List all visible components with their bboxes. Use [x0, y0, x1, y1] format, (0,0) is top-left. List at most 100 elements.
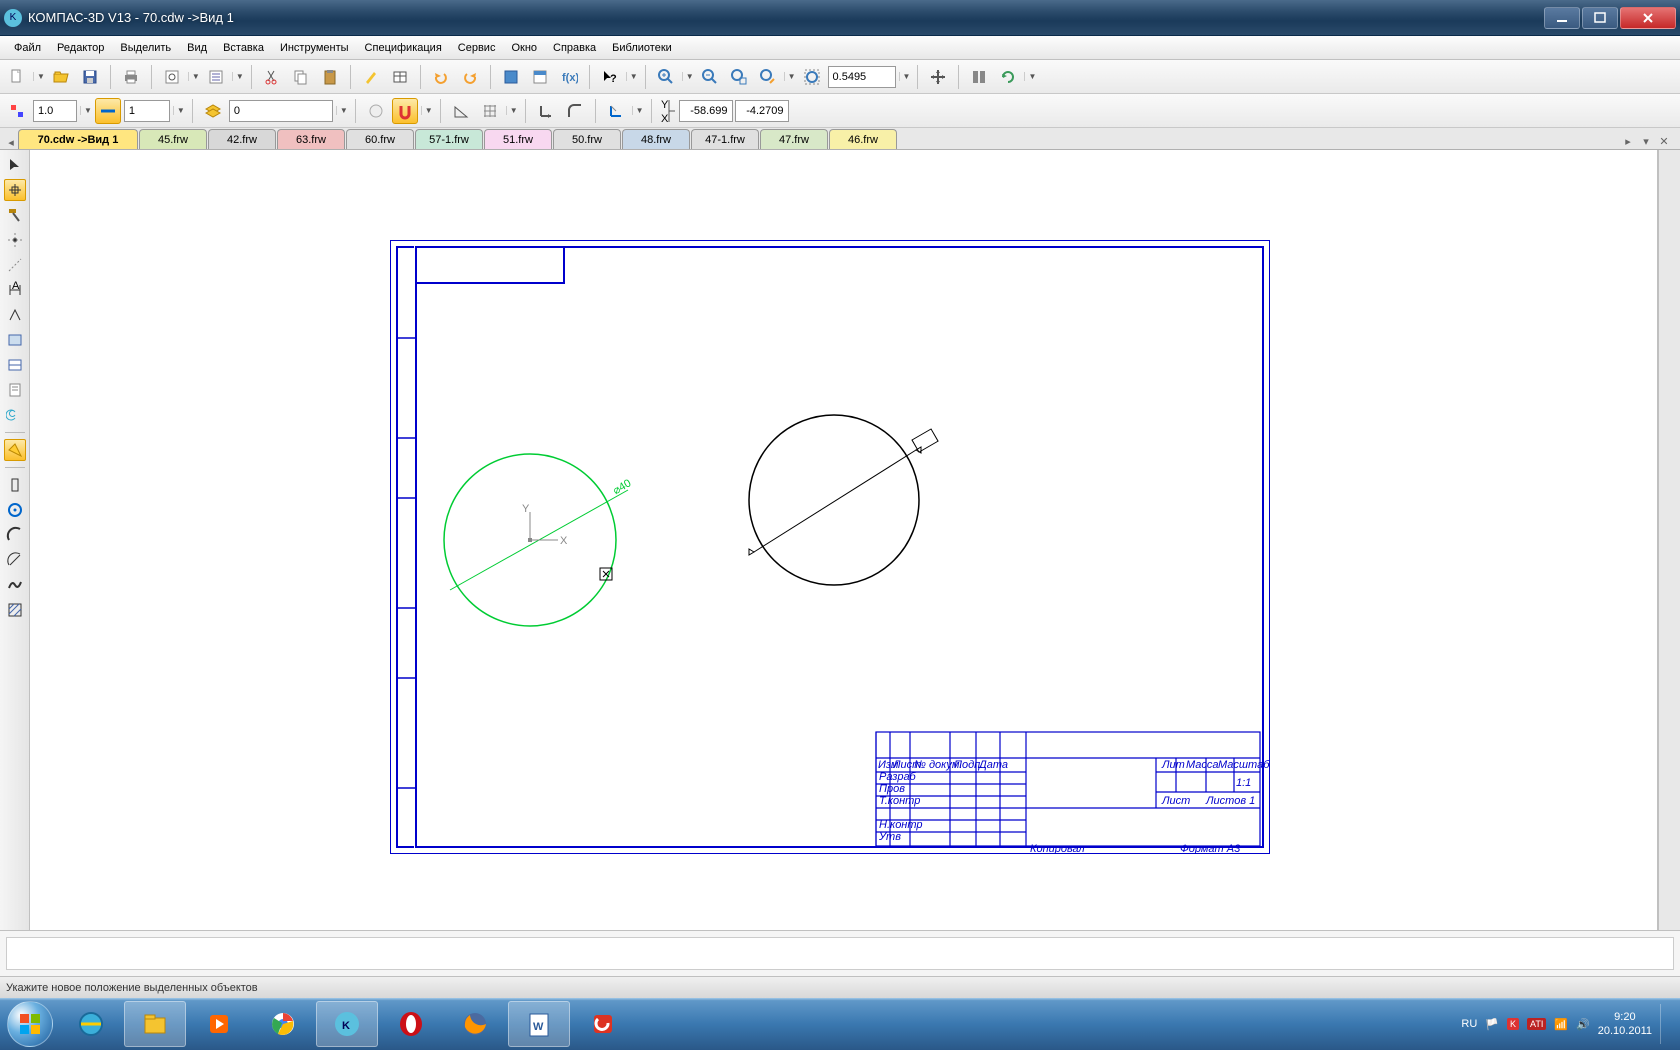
- preview-dropdown-icon[interactable]: ▼: [188, 72, 200, 81]
- grid-dropdown-icon[interactable]: ▼: [506, 106, 518, 115]
- taskbar-explorer-icon[interactable]: [124, 1001, 186, 1047]
- tab-close-button[interactable]: ✕: [1656, 133, 1672, 149]
- lt-spiral-icon[interactable]: [4, 404, 26, 426]
- style-input[interactable]: [124, 100, 170, 122]
- ortho-button[interactable]: [533, 98, 559, 124]
- menu-select[interactable]: Выделить: [112, 40, 179, 56]
- rebuild-button[interactable]: [966, 64, 992, 90]
- brush-button[interactable]: [358, 64, 384, 90]
- doc-tab-3[interactable]: 63.frw: [277, 129, 345, 149]
- taskbar-opera-icon[interactable]: [380, 1001, 442, 1047]
- taskbar-media-icon[interactable]: [188, 1001, 250, 1047]
- maximize-button[interactable]: [1582, 7, 1618, 29]
- menu-spec[interactable]: Спецификация: [357, 40, 450, 56]
- refresh-button[interactable]: [995, 64, 1021, 90]
- lt-arc-icon[interactable]: [4, 524, 26, 546]
- tray-network-icon[interactable]: 📶: [1554, 1018, 1568, 1031]
- help-cursor-button[interactable]: ?: [597, 64, 623, 90]
- refresh-dropdown-icon[interactable]: ▼: [1024, 72, 1036, 81]
- menu-window[interactable]: Окно: [503, 40, 545, 56]
- doc-tab-1[interactable]: 45.frw: [139, 129, 207, 149]
- lt-move-icon[interactable]: [4, 179, 26, 201]
- show-desktop-button[interactable]: [1660, 1004, 1670, 1044]
- doc-tab-10[interactable]: 47.frw: [760, 129, 828, 149]
- tray-shield-icon[interactable]: K: [1507, 1018, 1519, 1030]
- properties-dropdown-icon[interactable]: ▼: [232, 72, 244, 81]
- new-dropdown-icon[interactable]: ▼: [33, 72, 45, 81]
- lt-spline-icon[interactable]: [4, 574, 26, 596]
- open-button[interactable]: [48, 64, 74, 90]
- manager-button[interactable]: [498, 64, 524, 90]
- doc-tab-9[interactable]: 47-1.frw: [691, 129, 759, 149]
- tray-ati-icon[interactable]: ATI: [1527, 1018, 1546, 1030]
- snap-dropdown-icon[interactable]: ▼: [421, 106, 433, 115]
- angle-button[interactable]: [448, 98, 474, 124]
- tray-volume-icon[interactable]: 🔊: [1576, 1018, 1590, 1031]
- tray-clock[interactable]: 9:20 20.10.2011: [1598, 1010, 1652, 1038]
- doc-tab-2[interactable]: 42.frw: [208, 129, 276, 149]
- stop-button[interactable]: [363, 98, 389, 124]
- lt-rough-icon[interactable]: [4, 304, 26, 326]
- redo-button[interactable]: [457, 64, 483, 90]
- x-coord-input[interactable]: [679, 100, 733, 122]
- fx-button[interactable]: f(x): [556, 64, 582, 90]
- doc-tab-5[interactable]: 57-1.frw: [415, 129, 483, 149]
- doc-tab-7[interactable]: 50.frw: [553, 129, 621, 149]
- menu-view[interactable]: Вид: [179, 40, 215, 56]
- local-cs-dropdown-icon[interactable]: ▼: [632, 106, 644, 115]
- preview-button[interactable]: [159, 64, 185, 90]
- taskbar-ie-icon[interactable]: [60, 1001, 122, 1047]
- lt-table2-icon[interactable]: [4, 354, 26, 376]
- zoom-input[interactable]: [828, 66, 896, 88]
- lt-point-icon[interactable]: [4, 229, 26, 251]
- zoom-window-button[interactable]: [726, 64, 752, 90]
- menu-service[interactable]: Сервис: [450, 40, 504, 56]
- taskbar-kompas-icon[interactable]: K: [316, 1001, 378, 1047]
- linestyle-button[interactable]: [95, 98, 121, 124]
- cut-button[interactable]: [259, 64, 285, 90]
- layers-button[interactable]: [200, 98, 226, 124]
- minimize-button[interactable]: [1544, 7, 1580, 29]
- tab-scroll-left[interactable]: ◂: [4, 136, 18, 149]
- lt-dim-icon[interactable]: A: [4, 279, 26, 301]
- start-button[interactable]: [2, 1000, 58, 1048]
- menu-insert[interactable]: Вставка: [215, 40, 272, 56]
- style-dropdown-icon[interactable]: ▼: [173, 106, 185, 115]
- undo-button[interactable]: [428, 64, 454, 90]
- vertical-scrollbar[interactable]: [1658, 150, 1680, 930]
- taskbar-word-icon[interactable]: W: [508, 1001, 570, 1047]
- current-state-button[interactable]: [4, 98, 30, 124]
- zoom-fit-button[interactable]: [799, 64, 825, 90]
- drawing-canvas[interactable]: ⌀40 Y X: [30, 150, 1658, 930]
- tab-scroll-right[interactable]: ▸: [1620, 133, 1636, 149]
- doc-tab-6[interactable]: 51.frw: [484, 129, 552, 149]
- menu-help[interactable]: Справка: [545, 40, 604, 56]
- lt-circle-icon[interactable]: [4, 499, 26, 521]
- menu-editor[interactable]: Редактор: [49, 40, 112, 56]
- pan-button[interactable]: [925, 64, 951, 90]
- lt-report-icon[interactable]: [4, 379, 26, 401]
- zoom-prev-dropdown-icon[interactable]: ▼: [784, 72, 796, 81]
- lt-aux-icon[interactable]: [4, 254, 26, 276]
- new-button[interactable]: [4, 64, 30, 90]
- tray-flag-icon[interactable]: 🏳️: [1485, 1018, 1499, 1031]
- grid-button[interactable]: [477, 98, 503, 124]
- menu-libraries[interactable]: Библиотеки: [604, 40, 680, 56]
- command-input[interactable]: [6, 937, 1674, 970]
- lt-segment-icon[interactable]: [4, 474, 26, 496]
- zoom-prev-button[interactable]: [755, 64, 781, 90]
- lt-hammer-icon[interactable]: [4, 204, 26, 226]
- zoom-in-dropdown-icon[interactable]: ▼: [682, 72, 694, 81]
- copy-button[interactable]: [288, 64, 314, 90]
- properties-button[interactable]: [203, 64, 229, 90]
- snap-button[interactable]: [392, 98, 418, 124]
- lt-hatch-icon[interactable]: [4, 599, 26, 621]
- doc-tab-4[interactable]: 60.frw: [346, 129, 414, 149]
- y-coord-input[interactable]: [735, 100, 789, 122]
- tab-list-button[interactable]: ▾: [1638, 133, 1654, 149]
- paste-button[interactable]: [317, 64, 343, 90]
- layer-dropdown-icon[interactable]: ▼: [336, 106, 348, 115]
- help-dropdown-icon[interactable]: ▼: [626, 72, 638, 81]
- print-button[interactable]: [118, 64, 144, 90]
- doc-tab-11[interactable]: 46.frw: [829, 129, 897, 149]
